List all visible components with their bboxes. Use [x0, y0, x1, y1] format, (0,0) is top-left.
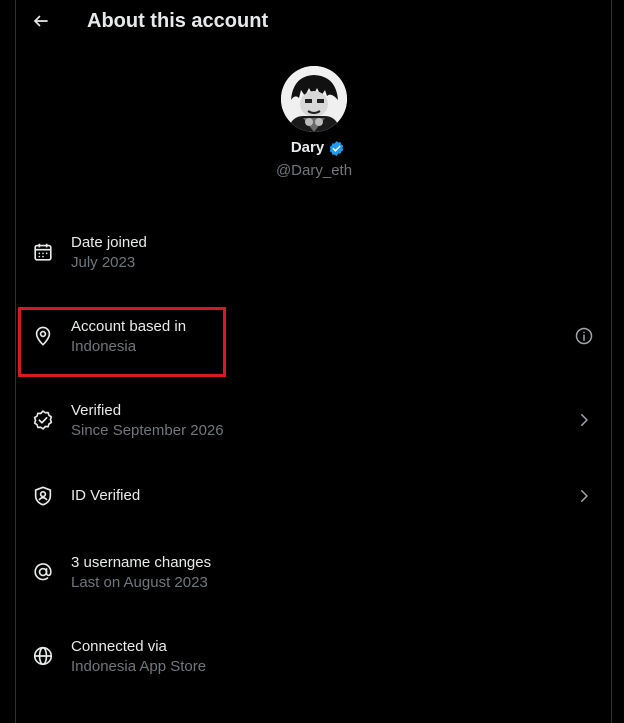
row-value: Last on August 2023 — [71, 574, 208, 591]
row-account-based-in: Account based in Indonesia — [16, 315, 612, 375]
verified-badge-icon — [328, 140, 345, 157]
id-shield-icon — [31, 484, 55, 508]
profile-name-row: Dary — [0, 138, 624, 158]
profile-handle: @Dary_eth — [275, 162, 353, 179]
row-label: 3 username changes — [71, 554, 212, 571]
row-connected-via: Connected via Indonesia App Store — [16, 635, 612, 695]
row-label: Verified — [71, 402, 122, 419]
display-name: Dary — [290, 139, 325, 156]
row-value: Since September 2026 — [71, 422, 224, 439]
globe-icon — [31, 644, 55, 668]
location-pin-icon — [31, 324, 55, 348]
row-verified[interactable]: Verified Since September 2026 — [16, 399, 612, 459]
arrow-left-icon — [32, 12, 50, 30]
info-icon[interactable] — [572, 324, 596, 348]
chevron-right-icon — [572, 484, 596, 508]
back-button[interactable] — [26, 6, 56, 36]
row-label: Date joined — [71, 234, 147, 251]
row-label: Account based in — [71, 318, 187, 335]
row-value: July 2023 — [71, 254, 136, 271]
calendar-icon — [31, 240, 55, 264]
row-id-verified[interactable]: ID Verified — [16, 474, 612, 534]
verified-check-icon — [31, 408, 55, 432]
row-value: Indonesia App Store — [71, 658, 207, 675]
row-date-joined: Date joined July 2023 — [16, 231, 612, 291]
avatar[interactable] — [281, 66, 347, 132]
row-label: Connected via — [71, 638, 167, 655]
row-username-changes: 3 username changes Last on August 2023 — [16, 551, 612, 611]
row-value: Indonesia — [71, 338, 137, 355]
row-label: ID Verified — [71, 487, 141, 504]
page-title: About this account — [87, 10, 269, 32]
chevron-right-icon — [572, 408, 596, 432]
at-sign-icon — [31, 560, 55, 584]
